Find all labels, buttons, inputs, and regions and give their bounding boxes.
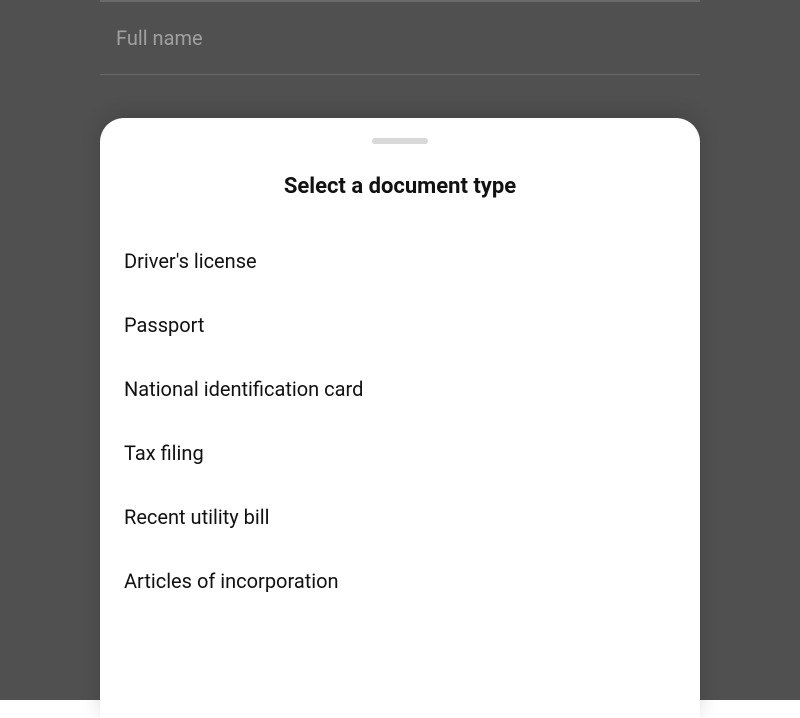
option-articles-of-incorporation[interactable]: Articles of incorporation — [124, 549, 676, 613]
option-passport[interactable]: Passport — [124, 293, 676, 357]
drag-handle[interactable] — [372, 138, 428, 144]
full-name-field[interactable]: Full name — [100, 1, 700, 75]
option-drivers-license[interactable]: Driver's license — [124, 229, 676, 293]
option-recent-utility-bill[interactable]: Recent utility bill — [124, 485, 676, 549]
sheet-title: Select a document type — [100, 174, 700, 199]
document-type-bottom-sheet: Select a document type Driver's license … — [100, 118, 700, 718]
option-national-id-card[interactable]: National identification card — [124, 357, 676, 421]
full-name-placeholder: Full name — [116, 26, 203, 50]
options-list: Driver's license Passport National ident… — [100, 229, 700, 613]
option-tax-filing[interactable]: Tax filing — [124, 421, 676, 485]
